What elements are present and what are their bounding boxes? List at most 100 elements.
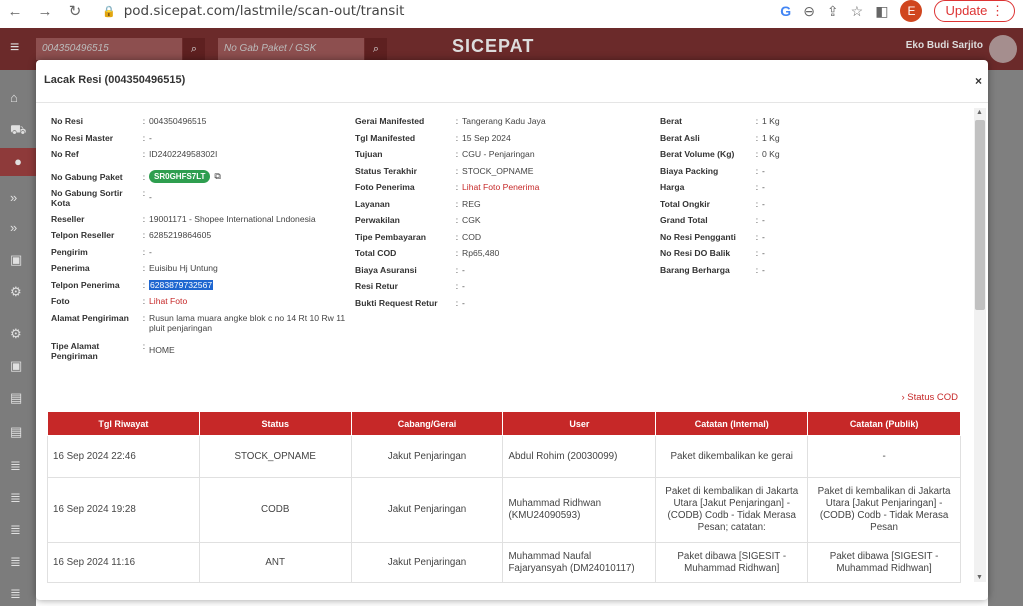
chevron-icon[interactable]: » [10,190,17,205]
info-row: Biaya Packing: - [660,165,765,176]
table-row: 16 Sep 2024 11:16 ANT Jakut Penjaringan … [47,542,961,583]
modal-scrollbar[interactable]: ▲ ▼ [974,108,986,582]
share-icon[interactable]: ⇪ [827,3,839,20]
table-cell: 16 Sep 2024 11:16 [47,542,200,583]
manifest-info-column: Gerai Manifested: Tangerang Kadu Jaya Tgl… [355,116,652,314]
sidepanel-icon[interactable]: ◧ [875,3,888,20]
table-row: 16 Sep 2024 19:28 CODB Jakut Penjaringan… [47,477,961,543]
table-cell: Paket dikembalikan ke gerai [655,435,809,478]
info-row: No Resi:004350496515 [51,116,207,126]
info-row: No Resi Pengganti: - [660,231,765,242]
search-icon[interactable]: ⌕ [365,38,387,60]
history-table: Tgl Riwayat Status Cabang/Gerai User Cat… [47,411,961,583]
menu-icon[interactable]: ≡ [10,39,19,57]
status-cod-link[interactable]: › Status COD [902,392,959,403]
info-row: No Gabung Paket: SR0GHFS7LT ⧉ [51,170,221,183]
bookmark-star-icon[interactable]: ☆ [851,3,864,20]
google-icon[interactable]: G [780,3,791,19]
scrollbar-thumb[interactable] [975,120,985,310]
list-icon[interactable]: ≣ [10,458,21,474]
column-header[interactable]: Status [198,411,352,436]
sicepat-logo: SICEPAT [452,36,535,56]
copy-icon[interactable]: ⧉ [214,171,220,182]
browser-toolbar: ← → ↻ 🔒 pod.sicepat.com/lastmile/scan-ou… [0,0,1023,22]
background-content [988,70,1023,606]
table-cell: Jakut Penjaringan [350,477,504,543]
list-icon[interactable]: ≣ [10,522,21,538]
info-row: Status Terakhir: STOCK_OPNAME [355,165,534,176]
info-row: Telpon Reseller:6285219864605 [51,230,212,240]
table-cell: Muhammad Ridhwan (KMU24090593) [502,477,657,543]
list-icon[interactable]: ≣ [10,554,21,570]
table-cell: 16 Sep 2024 22:46 [47,435,200,478]
truck-icon[interactable]: ⛟ [10,122,26,140]
location-icon[interactable]: ● [0,148,36,176]
back-icon[interactable]: ← [0,3,30,20]
forward-icon[interactable]: → [30,3,60,20]
list-icon[interactable]: ▤ [10,424,22,440]
gabung-search-input[interactable]: No Gab Paket / GSK [218,38,364,60]
zoom-icon[interactable]: ⊖ [803,3,815,20]
info-row: Penerima: Euisibu Hj Untung [51,263,218,273]
box-icon[interactable]: ▣ [10,252,22,268]
info-row: Total COD: Rp65,480 [355,248,500,258]
column-header[interactable]: Cabang/Gerai [350,411,504,436]
info-row: Bukti Request Retur: - [355,297,465,308]
info-row: Total Ongkir: - [660,198,765,209]
table-cell: ANT [198,542,352,583]
table-cell: 16 Sep 2024 19:28 [47,477,200,543]
user-name: Eko Budi Sarjito [905,40,983,51]
scroll-up-icon[interactable]: ▲ [976,109,983,116]
info-row: Alamat Pengiriman: Rusun lama muara angke… [51,312,346,333]
info-row: Harga: - [660,182,765,192]
list-icon[interactable]: ▤ [10,390,22,406]
info-row: Barang Berharga: - [660,264,765,275]
info-row: Layanan: REG [355,198,481,209]
address-bar[interactable]: 🔒 pod.sicepat.com/lastmile/scan-out/tran… [102,3,404,19]
chevron-icon[interactable]: » [10,220,17,235]
close-icon[interactable]: × [975,74,982,88]
info-row: No Resi DO Balik: - [660,248,765,258]
info-row: Tipe Alamat Pengiriman: HOME [51,340,175,361]
column-header[interactable]: Catatan (Internal) [655,411,809,436]
box-icon[interactable]: ▣ [10,358,22,374]
gear-icon[interactable]: ⚙ [10,326,22,342]
telpon-penerima-value[interactable]: 6283879732567 [149,279,214,290]
table-cell: Jakut Penjaringan [350,542,504,583]
list-icon[interactable]: ≣ [10,490,21,506]
divider [36,102,988,103]
lihat-foto-link[interactable]: Lihat Foto [149,296,354,306]
home-icon[interactable]: ⌂ [10,90,18,105]
update-button[interactable]: Update ⋮ [934,0,1015,22]
table-cell: Abdul Rohim (20030099) [502,435,657,478]
table-cell: CODB [198,477,352,543]
info-row: Perwakilan: CGK [355,215,481,225]
profile-avatar[interactable]: E [900,0,923,22]
info-row: Resi Retur: - [355,281,465,291]
info-row: Biaya Asuransi: - [355,264,465,275]
column-header[interactable]: User [502,411,657,436]
info-row: Foto: Lihat Foto [51,296,354,313]
column-header[interactable]: Tgl Riwayat [47,411,200,436]
table-cell: Paket di kembalikan di Jakarta Utara [Ja… [655,477,809,543]
reload-icon[interactable]: ↻ [60,2,90,20]
table-cell: Paket di kembalikan di Jakarta Utara [Ja… [807,477,961,543]
table-cell: Paket dibawa [SIGESIT - Muhammad Ridhwan… [655,542,809,583]
sidebar: ⌂ ⛟ ● » » ▣ ⚙ ⚙ ▣ ▤ ▤ ≣ ≣ ≣ ≣ ≣ [0,70,36,606]
info-row: No Resi Master: - [51,132,152,143]
user-avatar[interactable] [989,35,1017,63]
lock-icon: 🔒 [102,4,116,18]
search-icon[interactable]: ⌕ [183,38,205,60]
lihat-foto-penerima-link[interactable]: Lihat Foto Penerima [462,182,652,192]
table-cell: Paket dibawa [SIGESIT - Muhammad Ridhwan… [807,542,961,583]
table-row: 16 Sep 2024 22:46 STOCK_OPNAME Jakut Pen… [47,435,961,478]
info-row: Telpon Penerima:6283879732567 [51,279,214,290]
scroll-down-icon[interactable]: ▼ [976,574,983,581]
info-row: Gerai Manifested: Tangerang Kadu Jaya [355,116,546,126]
column-header[interactable]: Catatan (Publik) [807,411,961,436]
info-row: Foto Penerima: Lihat Foto Penerima [355,182,652,199]
list-icon[interactable]: ≣ [10,586,21,602]
resi-search-input[interactable]: 004350496515 [36,38,182,60]
info-row: Tujuan: CGU - Penjaringan [355,149,535,159]
settings-icon[interactable]: ⚙ [10,284,22,300]
